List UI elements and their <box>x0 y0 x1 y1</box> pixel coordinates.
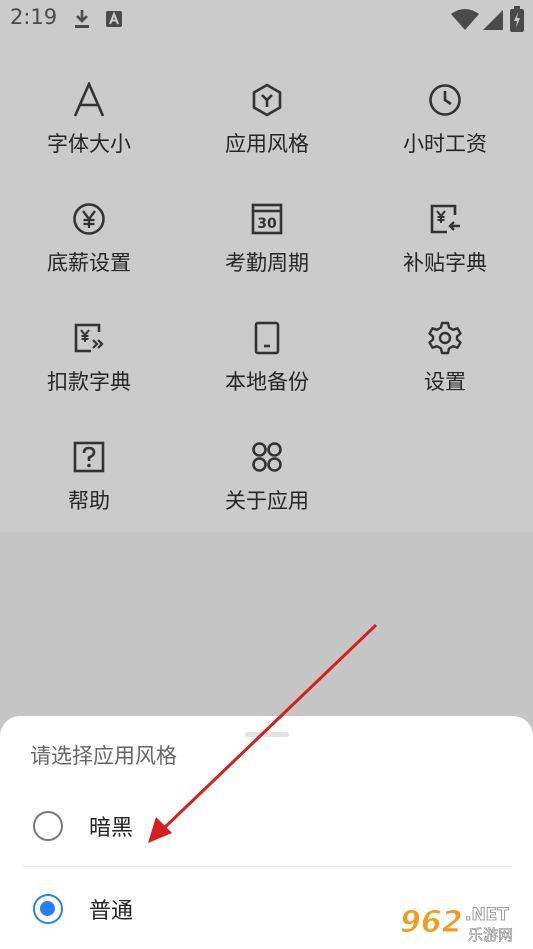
divider <box>22 866 512 867</box>
yen-circle-icon <box>69 199 109 239</box>
grid-item-label: 底薪设置 <box>47 251 131 275</box>
drag-handle[interactable] <box>245 732 289 737</box>
feature-grid: 字体大小 应用风格 小时工资 底薪设置 30 考勤周期 补贴字典 扣款字典 本地… <box>0 40 533 532</box>
status-bar: 2:19 <box>0 0 533 40</box>
sheet-title: 请选择应用风格 <box>30 744 177 768</box>
grid-item-about-app[interactable]: 关于应用 <box>178 397 356 515</box>
clock-icon <box>425 80 465 120</box>
calendar-30-icon: 30 <box>247 199 287 239</box>
grid-item-label: 扣款字典 <box>47 370 131 394</box>
four-dots-icon <box>247 437 287 477</box>
option-label: 普通 <box>89 899 134 924</box>
grid-item-attendance-cycle[interactable]: 30 考勤周期 <box>178 159 356 277</box>
option-dark[interactable]: 暗黑 <box>0 790 533 860</box>
gear-icon <box>425 318 465 358</box>
grid-item-allowance-dict[interactable]: 补贴字典 <box>356 159 533 277</box>
font-app-icon <box>106 11 122 27</box>
watermark-logo: 962 .NET 乐游网 <box>392 898 530 944</box>
grid-item-label: 关于应用 <box>225 489 309 513</box>
font-size-icon <box>69 80 109 120</box>
download-icon <box>75 10 89 28</box>
watermark-brand: 962 <box>400 905 463 940</box>
grid-item-help[interactable]: 帮助 <box>0 397 178 515</box>
hexagon-style-icon <box>247 80 287 120</box>
scrim-overlay[interactable] <box>0 532 533 716</box>
grid-item-label: 应用风格 <box>225 132 309 156</box>
grid-item-app-style[interactable]: 应用风格 <box>178 40 356 158</box>
grid-item-deduction-dict[interactable]: 扣款字典 <box>0 278 178 396</box>
tablet-icon <box>247 318 287 358</box>
grid-item-label: 考勤周期 <box>225 251 309 275</box>
grid-item-label: 字体大小 <box>47 132 131 156</box>
radio-dark[interactable] <box>33 811 63 841</box>
svg-text:30: 30 <box>257 216 277 232</box>
wifi-icon <box>451 9 479 30</box>
grid-item-label: 本地备份 <box>225 370 309 394</box>
grid-item-font-size[interactable]: 字体大小 <box>0 40 178 158</box>
grid-item-label: 帮助 <box>68 489 110 513</box>
question-icon <box>69 437 109 477</box>
grid-item-settings[interactable]: 设置 <box>356 278 533 396</box>
option-label: 暗黑 <box>89 816 134 841</box>
signal-icon <box>483 10 503 30</box>
grid-item-base-salary[interactable]: 底薪设置 <box>0 159 178 277</box>
status-time: 2:19 <box>10 5 58 29</box>
grid-item-local-backup[interactable]: 本地备份 <box>178 278 356 396</box>
watermark-suffix: .NET <box>465 905 509 925</box>
grid-item-label: 小时工资 <box>403 132 487 156</box>
grid-item-label: 设置 <box>424 370 466 394</box>
grid-item-hourly-wage[interactable]: 小时工资 <box>356 40 533 158</box>
yen-card-out-icon <box>69 318 109 358</box>
grid-item-label: 补贴字典 <box>403 251 487 275</box>
battery-icon <box>510 6 524 32</box>
yen-card-in-icon <box>425 199 465 239</box>
radio-normal[interactable] <box>33 894 63 924</box>
watermark-sub: 乐游网 <box>468 926 513 944</box>
